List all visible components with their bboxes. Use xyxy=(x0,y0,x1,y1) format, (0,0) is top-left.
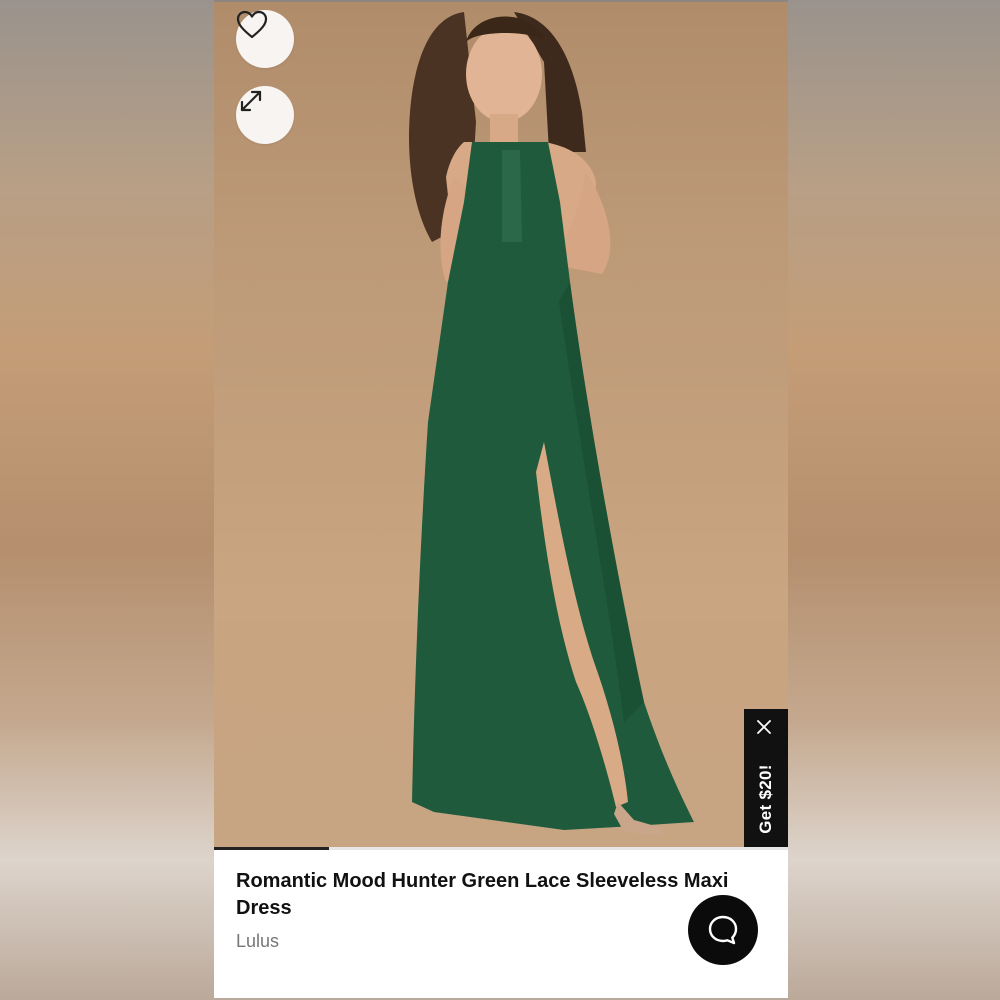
heart-icon xyxy=(236,10,268,39)
chat-button[interactable] xyxy=(688,895,758,965)
product-photo[interactable]: Get $20! xyxy=(214,2,788,848)
carousel-progress xyxy=(214,847,329,850)
product-brand[interactable]: Lulus xyxy=(236,931,736,952)
product-title: Romantic Mood Hunter Green Lace Sleevele… xyxy=(236,870,729,919)
promo-tab[interactable]: Get $20! xyxy=(744,709,788,848)
chat-bubble-icon xyxy=(708,915,738,945)
like-button[interactable] xyxy=(236,10,294,68)
product-info: Romantic Mood Hunter Green Lace Sleevele… xyxy=(236,868,736,952)
blurred-background-right xyxy=(788,0,1000,1000)
promo-label: Get $20! xyxy=(756,764,775,834)
promo-close-button[interactable] xyxy=(756,719,776,739)
close-icon xyxy=(757,720,771,734)
expand-arrows-icon xyxy=(240,90,262,112)
model-illustration xyxy=(214,12,788,848)
expand-image-button[interactable] xyxy=(236,86,294,144)
blurred-background-left xyxy=(0,0,214,1000)
product-screen: Get $20! Romantic Mood Hunter Green Lace… xyxy=(214,2,788,998)
